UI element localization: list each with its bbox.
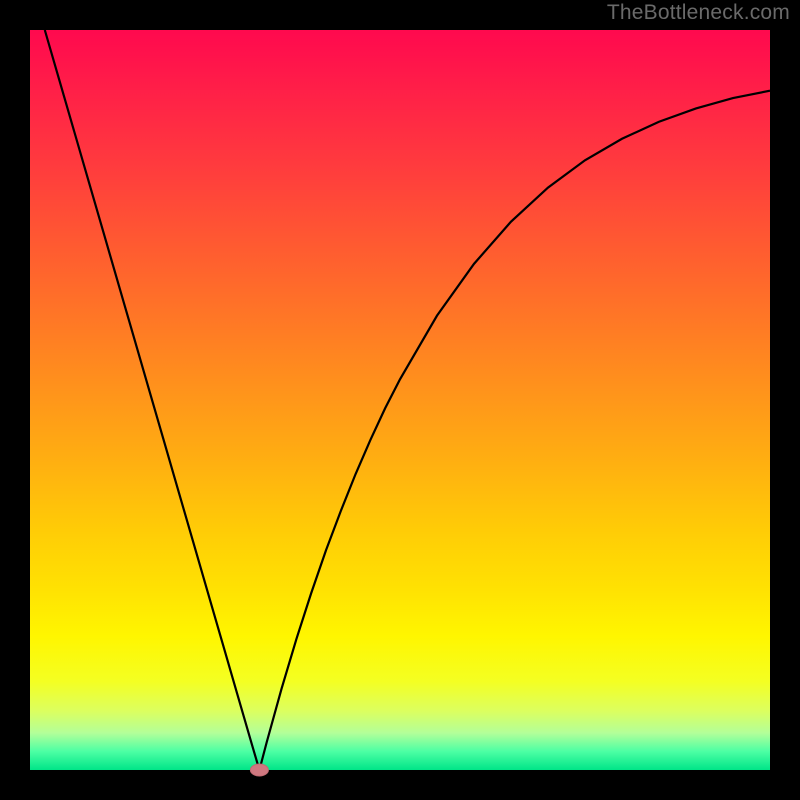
bottleneck-chart xyxy=(0,0,800,800)
minimum-marker xyxy=(250,764,268,776)
chart-container: TheBottleneck.com xyxy=(0,0,800,800)
gradient-background xyxy=(30,30,770,770)
